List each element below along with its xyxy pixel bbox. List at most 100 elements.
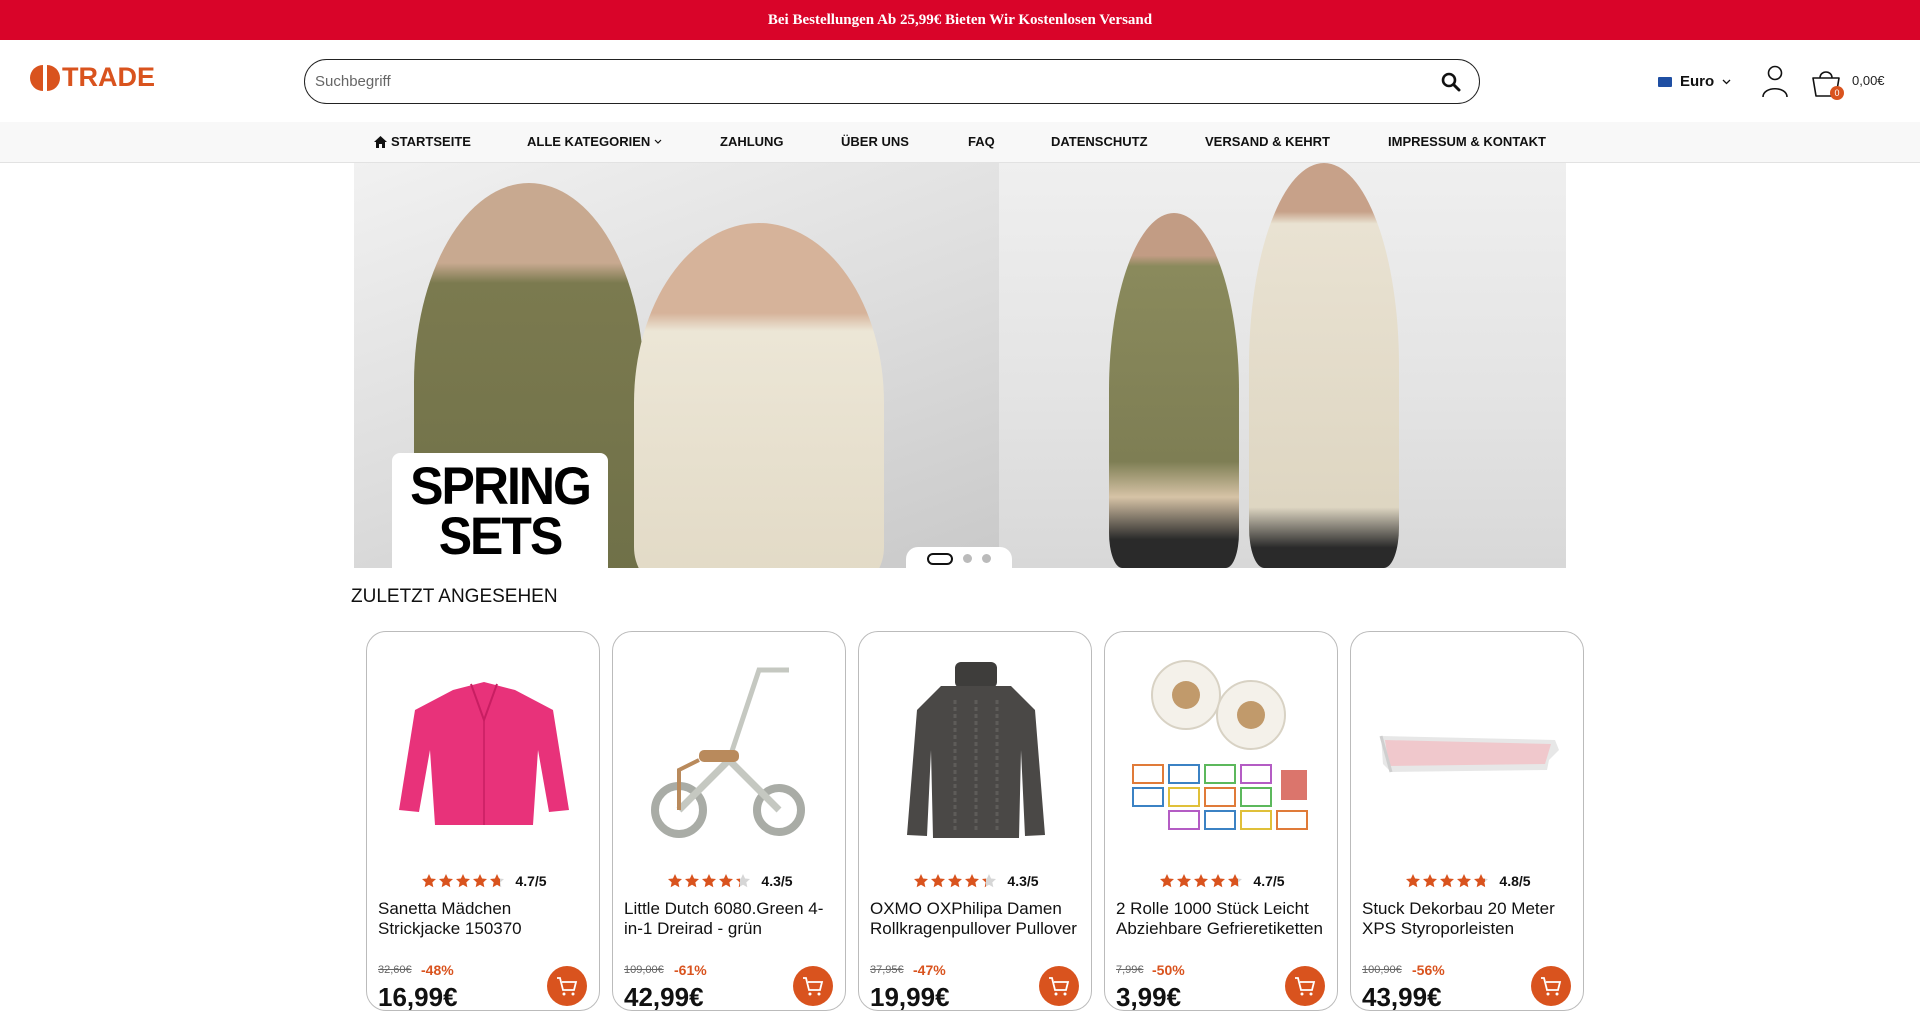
- product-title: Little Dutch 6080.Green 4-in-1 Dreirad -…: [624, 899, 824, 938]
- star-icon: [982, 874, 997, 888]
- add-to-cart-icon: [803, 977, 824, 996]
- rating-value: 4.7/5: [1253, 873, 1285, 889]
- nav-faq[interactable]: FAQ: [968, 134, 995, 149]
- product-carousel: 4.7/5 Sanetta Mädchen Strickjacke 150370…: [366, 631, 1586, 1011]
- currency-selector[interactable]: Euro: [1658, 73, 1731, 90]
- rating-stars: [913, 873, 997, 889]
- search-button[interactable]: [1437, 68, 1465, 96]
- star-icon: [1228, 874, 1243, 888]
- product-rating: 4.3/5: [859, 873, 1091, 889]
- chevron-down-icon: [1722, 79, 1731, 84]
- nav-categories-label: ALLE KATEGORIEN: [527, 134, 651, 149]
- discount-badge: -48%: [421, 962, 454, 978]
- account-button[interactable]: [1760, 64, 1790, 98]
- cart-button[interactable]: 0: [1810, 66, 1844, 100]
- product-card[interactable]: 4.7/5 Sanetta Mädchen Strickjacke 150370…: [366, 631, 600, 1011]
- product-image-cornice-molding: [1377, 660, 1559, 842]
- product-rating: 4.7/5: [1105, 873, 1337, 889]
- announcement-bar: Bei Bestellungen Ab 25,99€ Bieten Wir Ko…: [0, 0, 1920, 40]
- rating-stars: [421, 873, 505, 889]
- nav-privacy-label: DATENSCHUTZ: [1051, 134, 1148, 149]
- logo-icon: [30, 62, 60, 93]
- hero-banner[interactable]: SPRING SETS: [354, 163, 1566, 568]
- slider-dot-3[interactable]: [982, 554, 991, 563]
- add-to-cart-button[interactable]: [793, 966, 833, 1006]
- star-icon: [456, 874, 471, 888]
- discount-badge: -47%: [913, 962, 946, 978]
- rating-value: 4.8/5: [1499, 873, 1531, 889]
- eu-flag-icon: [1658, 76, 1672, 87]
- nav-shipping[interactable]: VERSAND & KEHRT: [1205, 134, 1330, 149]
- product-image-pink-cardigan: [393, 660, 575, 842]
- user-icon: [1762, 65, 1788, 98]
- add-to-cart-icon: [557, 977, 578, 996]
- header: TRADE Euro 0 0,00€: [0, 40, 1920, 122]
- nav-home[interactable]: STARTSEITE: [374, 134, 471, 149]
- product-price: 43,99€: [1362, 982, 1442, 1011]
- star-icon: [965, 874, 980, 888]
- nav-payment[interactable]: ZAHLUNG: [720, 134, 784, 149]
- add-to-cart-button[interactable]: [1039, 966, 1079, 1006]
- hero-headline-1: SPRING: [410, 456, 592, 515]
- product-card[interactable]: 4.3/5 OXMO OXPhilipa Damen Rollkragenpul…: [858, 631, 1092, 1011]
- product-title: 2 Rolle 1000 Stück Leicht Abziehbare Gef…: [1116, 899, 1323, 938]
- search-icon: [1441, 72, 1461, 91]
- nav-home-label: STARTSEITE: [391, 134, 471, 149]
- main-nav: STARTSEITE ALLE KATEGORIEN ZAHLUNG ÜBER …: [0, 122, 1920, 163]
- star-icon: [1406, 874, 1421, 888]
- nav-categories[interactable]: ALLE KATEGORIEN: [527, 134, 662, 149]
- product-price: 16,99€: [378, 982, 458, 1011]
- star-icon: [719, 874, 734, 888]
- hero-photo-right: [999, 163, 1566, 568]
- search-bar: [304, 59, 1480, 104]
- chevron-down-icon: [654, 139, 662, 144]
- product-card[interactable]: 4.8/5 Stuck Dekorbau 20 Meter XPS Styrop…: [1350, 631, 1584, 1011]
- product-rating: 4.3/5: [613, 873, 845, 889]
- nav-privacy[interactable]: DATENSCHUTZ: [1051, 134, 1148, 149]
- add-to-cart-button[interactable]: [1531, 966, 1571, 1006]
- star-icon: [490, 874, 505, 888]
- nav-faq-label: FAQ: [968, 134, 995, 149]
- star-icon: [668, 874, 683, 888]
- logo[interactable]: TRADE: [30, 62, 155, 93]
- slider-dot-1[interactable]: [927, 552, 953, 565]
- hero-headline-2: SETS: [438, 506, 564, 565]
- logo-text: TRADE: [62, 62, 155, 92]
- rating-value: 4.7/5: [515, 873, 547, 889]
- nav-about[interactable]: ÜBER UNS: [841, 134, 909, 149]
- cart-count-badge: 0: [1830, 86, 1844, 100]
- star-icon: [914, 874, 929, 888]
- rating-stars: [1159, 873, 1243, 889]
- rating-value: 4.3/5: [761, 873, 793, 889]
- star-icon: [473, 874, 488, 888]
- cart-total: 0,00€: [1852, 73, 1885, 88]
- product-card[interactable]: 4.3/5 Little Dutch 6080.Green 4-in-1 Dre…: [612, 631, 846, 1011]
- nav-payment-label: ZAHLUNG: [720, 134, 784, 149]
- product-rating: 4.7/5: [367, 873, 599, 889]
- rating-stars: [1405, 873, 1489, 889]
- product-price: 19,99€: [870, 982, 950, 1011]
- add-to-cart-button[interactable]: [1285, 966, 1325, 1006]
- product-rating: 4.8/5: [1351, 873, 1583, 889]
- spring-sets-label: SPRING SETS: [392, 453, 608, 568]
- announcement-text: Bei Bestellungen Ab 25,99€ Bieten Wir Ko…: [767, 11, 1153, 28]
- star-icon: [439, 874, 454, 888]
- discount-badge: -50%: [1152, 962, 1185, 978]
- product-card[interactable]: 4.7/5 2 Rolle 1000 Stück Leicht Abziehba…: [1104, 631, 1338, 1011]
- rating-stars: [667, 873, 751, 889]
- star-icon: [1160, 874, 1175, 888]
- slider-dot-2[interactable]: [963, 554, 972, 563]
- section-title: ZULETZT ANGESEHEN: [351, 586, 558, 607]
- add-to-cart-button[interactable]: [547, 966, 587, 1006]
- nav-imprint[interactable]: IMPRESSUM & KONTAKT: [1388, 134, 1546, 149]
- discount-badge: -56%: [1412, 962, 1445, 978]
- star-icon: [685, 874, 700, 888]
- old-price: 109,00€: [624, 964, 664, 976]
- product-image-grey-turtleneck: [885, 660, 1067, 842]
- star-icon: [422, 874, 437, 888]
- star-icon: [1423, 874, 1438, 888]
- product-image-tricycle: [639, 660, 821, 842]
- rating-value: 4.3/5: [1007, 873, 1039, 889]
- search-input[interactable]: [315, 73, 1437, 90]
- star-icon: [1194, 874, 1209, 888]
